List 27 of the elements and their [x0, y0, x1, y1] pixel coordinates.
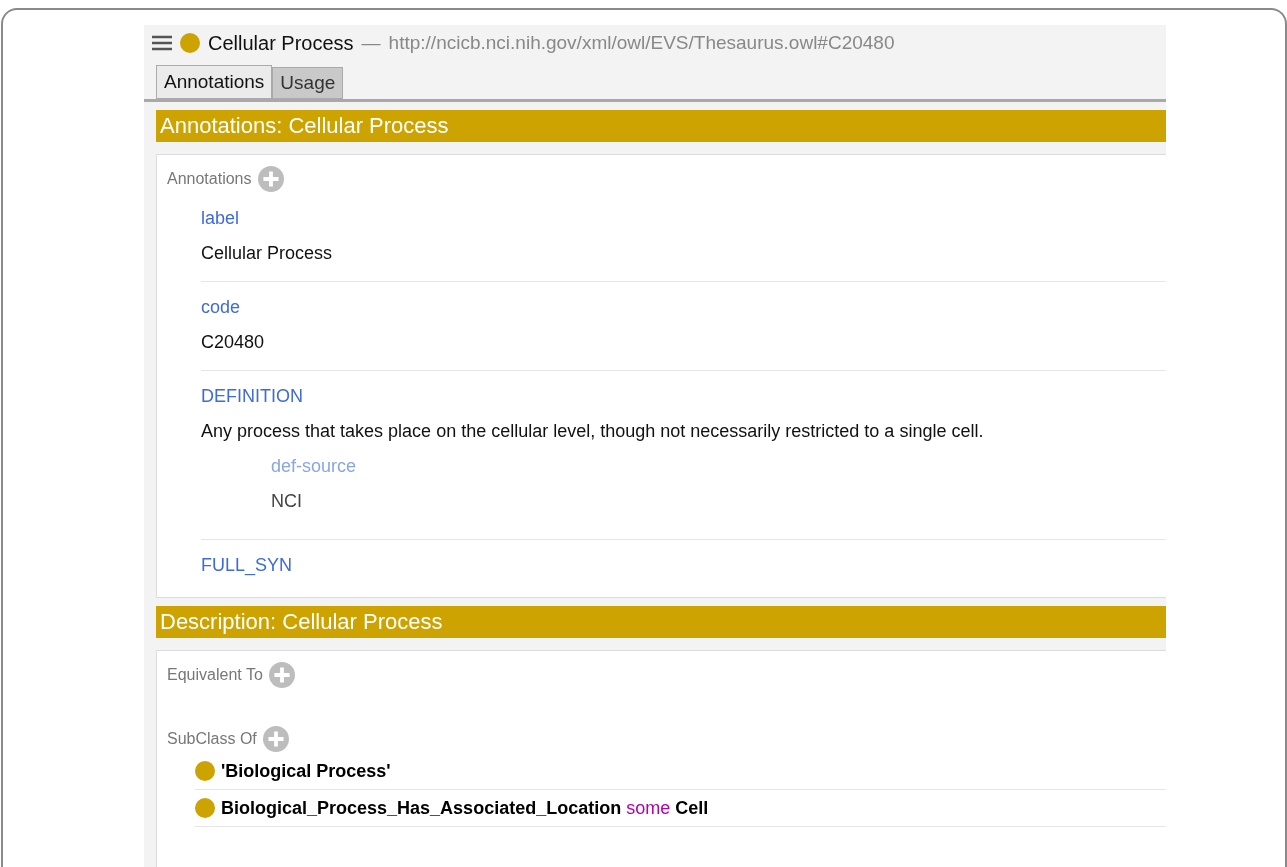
annotation-value: NCI [271, 490, 302, 513]
section-header: Description: Cellular Process [156, 606, 1166, 638]
add-icon[interactable] [268, 662, 295, 688]
add-icon[interactable] [262, 726, 289, 752]
annotation-value: Any process that takes place on the cellular level, though not necessarily restricted to a single cell. [201, 420, 984, 443]
class-expression[interactable]: 'Biological Process' [221, 760, 391, 782]
class-expression[interactable]: Biological_Process_Has_Associated_Location some Cell [221, 797, 709, 819]
annotation-property[interactable]: DEFINITION [201, 379, 303, 413]
class-icon [180, 33, 200, 53]
frame-label: Annotations [167, 170, 252, 188]
annotation-property[interactable]: label [201, 201, 240, 235]
separator: — [361, 32, 381, 54]
tab[interactable]: Usage [272, 67, 344, 99]
annotation-property[interactable]: code [201, 290, 241, 324]
frame-label: Equivalent To [167, 666, 263, 684]
section-header: Annotations: Cellular Process [156, 110, 1166, 142]
entity-title: Cellular Process [208, 31, 354, 55]
tab[interactable]: Annotations [156, 65, 273, 99]
frame-label: SubClass Of [167, 730, 257, 748]
class-icon [195, 798, 215, 818]
annotation-value: C20480 [201, 331, 265, 354]
entity-iri: http://ncicb.nci.nih.gov/xml/owl/EVS/Thesaurus.owl#C20480 [388, 32, 895, 54]
menu-icon[interactable] [152, 35, 172, 51]
annotation-value: Cellular Process [201, 242, 333, 265]
add-icon[interactable] [257, 166, 284, 192]
class-icon [195, 761, 215, 781]
annotation-property[interactable]: FULL_SYN [201, 548, 293, 582]
